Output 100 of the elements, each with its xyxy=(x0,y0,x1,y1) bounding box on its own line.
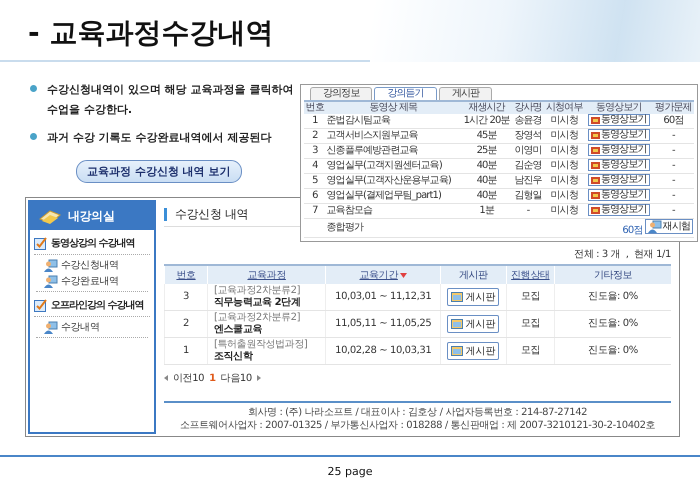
table-cell: 1 xyxy=(164,338,208,364)
column-header: 시청여부 xyxy=(544,101,585,114)
prev-page-link[interactable]: 이전10 xyxy=(173,371,204,385)
score-text: 60점 xyxy=(622,225,642,236)
course-title[interactable]: 조직신학 xyxy=(214,351,320,363)
view-history-button[interactable]: 교육과정 수강신청 내역 보기 xyxy=(76,160,242,183)
table-cell: 영업실무(고객지원센터교육) xyxy=(326,158,461,174)
column-header[interactable]: 번호 xyxy=(164,265,208,284)
column-header: 동영상 제목 xyxy=(326,101,461,114)
sidebar-item[interactable]: 수강신청내역 xyxy=(61,258,119,272)
table-cell: 1 xyxy=(304,114,326,128)
sidebar-title: 내강의실 xyxy=(68,208,114,224)
folder-icon xyxy=(451,318,464,330)
person-icon xyxy=(44,320,58,334)
table-cell: 40분 xyxy=(460,174,512,188)
table-cell: 미시청 xyxy=(544,128,585,144)
prev-arrow-icon xyxy=(164,375,168,381)
person-icon xyxy=(44,274,58,288)
table-cell: 1시간 20분 xyxy=(460,114,512,128)
table-cell: 영업실무(고객자산운용부교육) xyxy=(326,174,461,188)
column-header: 평가문제 xyxy=(652,101,694,114)
sort-arrow-icon xyxy=(400,273,407,278)
table-cell: 종합평가 xyxy=(326,218,461,238)
column-header: 동영상보기 xyxy=(584,101,653,114)
person-icon xyxy=(648,220,662,233)
table-cell: 미시청 xyxy=(544,188,585,204)
bullet-dot xyxy=(30,85,37,92)
table-cell: 3 xyxy=(304,144,326,158)
watch-video-button[interactable]: 동영상보기 xyxy=(588,114,650,126)
table-cell: 김형일 xyxy=(512,188,544,204)
table-cell: 60점 xyxy=(652,114,694,128)
table-cell: 7 xyxy=(304,204,326,218)
column-header: 게시판 xyxy=(440,265,506,284)
sidebar-section[interactable]: 동영상강의 수강내역 xyxy=(51,236,134,250)
table-cell: 미시청 xyxy=(544,144,585,158)
table-cell: 진도율: 0% xyxy=(554,284,671,310)
table-cell: 송윤경 xyxy=(512,114,544,128)
checklist-icon xyxy=(34,298,47,312)
folder-icon xyxy=(451,291,464,302)
tab[interactable]: 강의정보 xyxy=(310,87,372,100)
board-button[interactable]: 게시판 xyxy=(447,288,500,306)
folder-icon xyxy=(451,345,464,356)
bullet-text: 수강신청내역이 있으며 해당 교육과정을 클릭하여 수업을 수강한다. xyxy=(47,82,294,118)
table-cell: 6 xyxy=(304,188,326,204)
table-cell: 미시청 xyxy=(544,174,585,188)
table-cell: 신종플루예방관련교육 xyxy=(326,144,461,158)
table-cell: 모집 xyxy=(506,284,554,310)
column-header[interactable]: 진행상태 xyxy=(506,265,554,284)
table-cell: - xyxy=(652,158,694,174)
column-header: 번호 xyxy=(304,101,326,114)
bullet-text: 과거 수강 기록도 수강완료내역에서 제공된다 xyxy=(47,130,272,146)
column-header[interactable]: 교육기간 xyxy=(326,265,441,284)
column-header[interactable]: 교육과정 xyxy=(208,265,326,284)
table-cell: 10,03,01 ~ 11,12,31 xyxy=(326,284,441,310)
table-cell: 미시청 xyxy=(544,204,585,218)
table-cell: - xyxy=(652,144,694,158)
table-cell: 25분 xyxy=(460,144,512,158)
watch-video-button[interactable]: 동영상보기 xyxy=(588,204,650,216)
watch-video-button[interactable]: 동영상보기 xyxy=(588,189,650,201)
column-header: 재생시간 xyxy=(460,101,512,114)
table-cell: - xyxy=(652,128,694,144)
table-cell: 모집 xyxy=(506,338,554,364)
table-cell: 11,05,11 ~ 11,05,25 xyxy=(326,310,441,338)
table-cell: 남진우 xyxy=(512,174,544,188)
table-cell: 이영미 xyxy=(512,144,544,158)
tab[interactable]: 게시판 xyxy=(438,87,492,100)
table-cell: 고객서비스지원부교육 xyxy=(326,128,461,144)
table-cell: 장영석 xyxy=(512,128,544,144)
total-count: 전체 : 3 개 , 현재 1/1 xyxy=(574,248,671,261)
column-header: 강사명 xyxy=(512,101,544,114)
table-cell: 교육참모습 xyxy=(326,204,461,218)
table-cell: - xyxy=(652,188,694,204)
watch-video-button[interactable]: 동영상보기 xyxy=(588,129,650,141)
table-cell: 진도율: 0% xyxy=(554,338,671,364)
watch-video-button[interactable]: 동영상보기 xyxy=(588,174,650,186)
page-link[interactable]: 1 xyxy=(209,372,216,384)
retest-button[interactable]: 재시험 xyxy=(644,219,693,234)
board-button[interactable]: 게시판 xyxy=(447,342,500,360)
tab[interactable]: 강의듣기 xyxy=(374,87,437,100)
sidebar-item[interactable]: 수강완료내역 xyxy=(61,274,119,288)
sidebar-item[interactable]: 수강내역 xyxy=(61,320,100,334)
table-cell: 2 xyxy=(164,310,208,338)
table-cell: 40분 xyxy=(460,188,512,204)
table-cell: 준법감시팀교육 xyxy=(326,114,461,128)
next-page-link[interactable]: 다음10 xyxy=(220,371,252,385)
bullet-dot xyxy=(30,133,37,140)
watch-video-button[interactable]: 동영상보기 xyxy=(588,144,650,156)
course-title[interactable]: 엔스쿨교육 xyxy=(214,324,320,336)
board-button[interactable]: 게시판 xyxy=(447,314,500,333)
page-number: 25 page xyxy=(328,465,372,478)
table-cell: - xyxy=(512,204,544,218)
sidebar-section[interactable]: 오프라인강의 수강내역 xyxy=(51,298,144,312)
person-icon xyxy=(44,258,58,272)
section-heading: 수강신청 내역 xyxy=(175,206,248,223)
footer-text: 소프트웨어사업자 : 2007-01325 / 부가통신사업자 : 018288 / 통신판매업 : 제 2007-3210121-30-2-10402호 xyxy=(180,420,656,432)
checklist-icon xyxy=(34,236,47,250)
watch-video-button[interactable]: 동영상보기 xyxy=(588,159,650,171)
course-title[interactable]: 직무능력교육 2단계 xyxy=(214,297,320,309)
table-cell: 3 xyxy=(164,284,208,310)
table-cell: 모집 xyxy=(506,310,554,338)
